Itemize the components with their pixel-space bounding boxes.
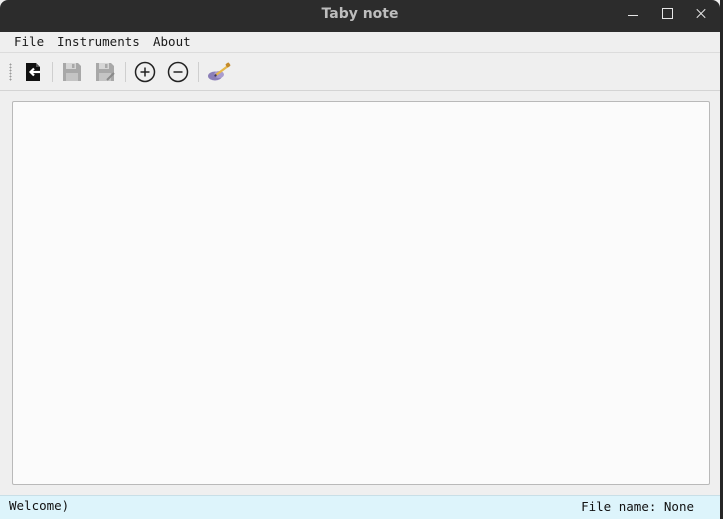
save-icon (63, 63, 81, 81)
instrument-button[interactable] (206, 60, 231, 84)
window-title: Taby note (321, 6, 399, 22)
text-editor[interactable] (12, 101, 710, 485)
exit-icon (26, 63, 40, 81)
close-button[interactable] (689, 4, 713, 24)
toolbar-grip[interactable] (9, 63, 12, 81)
exit-button[interactable] (21, 60, 45, 84)
maximize-button[interactable] (655, 4, 679, 24)
zoom-in-button[interactable] (133, 60, 157, 84)
toolbar-separator (125, 62, 126, 82)
toolbar-separator (198, 62, 199, 82)
guitar-icon (208, 62, 231, 81)
minimize-button[interactable] (621, 4, 645, 24)
zoom-out-button[interactable] (166, 60, 190, 84)
title-bar[interactable]: Taby note (0, 0, 720, 32)
file-name-label: File name: None (581, 499, 694, 514)
save-as-icon (96, 63, 115, 81)
app-window: Taby note File Instruments About Welcome… (0, 0, 720, 519)
menu-instruments[interactable]: Instruments (57, 32, 140, 53)
menu-file[interactable]: File (14, 32, 44, 53)
menu-bar: File Instruments About (0, 32, 720, 53)
save-as-button[interactable] (93, 60, 117, 84)
menu-about[interactable]: About (153, 32, 191, 53)
zoom-out-icon (167, 61, 189, 83)
status-bar: Welcome) File name: None (0, 495, 720, 519)
save-button[interactable] (60, 60, 84, 84)
toolbar-separator (52, 62, 53, 82)
zoom-in-icon (134, 61, 156, 83)
toolbar (0, 54, 720, 91)
status-message: Welcome) (9, 498, 70, 513)
